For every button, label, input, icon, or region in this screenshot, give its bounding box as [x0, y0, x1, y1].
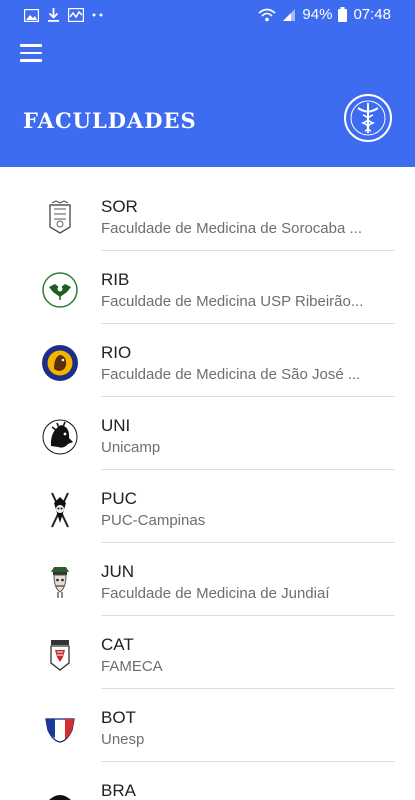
signal-icon — [282, 8, 296, 22]
sor-logo-icon — [40, 197, 80, 237]
bra-logo-icon — [40, 781, 80, 800]
uni-logo-icon — [40, 416, 80, 456]
faculdade-row-rio[interactable]: RIO Faculdade de Medicina de São José ... — [0, 324, 415, 397]
battery-percent: 94% — [302, 6, 333, 23]
faculdade-name: Unicamp — [101, 439, 161, 456]
activity-icon — [68, 7, 84, 23]
faculdade-code: BOT — [101, 708, 136, 727]
faculdade-row-puc[interactable]: PUC PUC-Campinas — [0, 470, 415, 543]
status-bar: 94% 07:48 — [0, 0, 415, 30]
download-icon — [47, 7, 60, 23]
battery-icon — [338, 7, 348, 22]
faculdade-code: RIO — [101, 343, 132, 362]
wifi-icon — [258, 8, 276, 22]
faculdade-row-sor[interactable]: SOR Faculdade de Medicina de Sorocaba ... — [0, 178, 415, 251]
faculdade-row-rib[interactable]: RIB Faculdade de Medicina USP Ribeirão... — [0, 251, 415, 324]
faculdade-code: RIB — [101, 270, 130, 289]
faculdade-name: PUC-Campinas — [101, 512, 206, 529]
faculdade-name: Faculdade de Medicina de São José ... — [101, 366, 361, 383]
faculdade-row-uni[interactable]: UNI Unicamp — [0, 397, 415, 470]
app-bar: 94% 07:48 FACULDADES — [0, 0, 415, 167]
jun-logo-icon — [40, 562, 80, 602]
more-dots-icon — [92, 7, 104, 23]
clock: 07:48 — [353, 6, 391, 23]
faculdade-row-bot[interactable]: BOT Unesp — [0, 689, 415, 762]
rib-logo-icon — [40, 270, 80, 310]
faculdade-name: Faculdade de Medicina de Sorocaba ... — [101, 220, 362, 237]
faculdade-code: CAT — [101, 635, 134, 654]
faculdade-name: Faculdade de Medicina de Jundiaí — [101, 585, 330, 602]
page-title: FACULDADES — [23, 108, 197, 133]
faculdade-name: Faculdade de Medicina USP Ribeirão... — [101, 293, 364, 310]
rio-logo-icon — [40, 343, 80, 383]
faculdade-row-cat[interactable]: CAT FAMECA — [0, 616, 415, 689]
faculdade-row-jun[interactable]: JUN Faculdade de Medicina de Jundiaí — [0, 543, 415, 616]
cat-logo-icon — [40, 635, 80, 675]
puc-logo-icon — [40, 489, 80, 529]
hamburger-menu-icon[interactable] — [20, 40, 50, 66]
image-icon — [24, 7, 39, 23]
faculdade-code: UNI — [101, 416, 131, 435]
faculdade-code: JUN — [101, 562, 135, 581]
bot-logo-icon — [40, 708, 80, 748]
faculdade-row-bra[interactable]: BRA — [0, 762, 415, 800]
faculdades-list: SOR Faculdade de Medicina de Sorocaba ...… — [0, 178, 415, 800]
faculdade-code: SOR — [101, 197, 138, 216]
faculdade-code: PUC — [101, 489, 137, 508]
faculdade-name: FAMECA — [101, 658, 163, 675]
faculdade-name: Unesp — [101, 731, 145, 748]
medical-crest-icon — [344, 94, 392, 142]
faculdade-code: BRA — [101, 781, 136, 800]
